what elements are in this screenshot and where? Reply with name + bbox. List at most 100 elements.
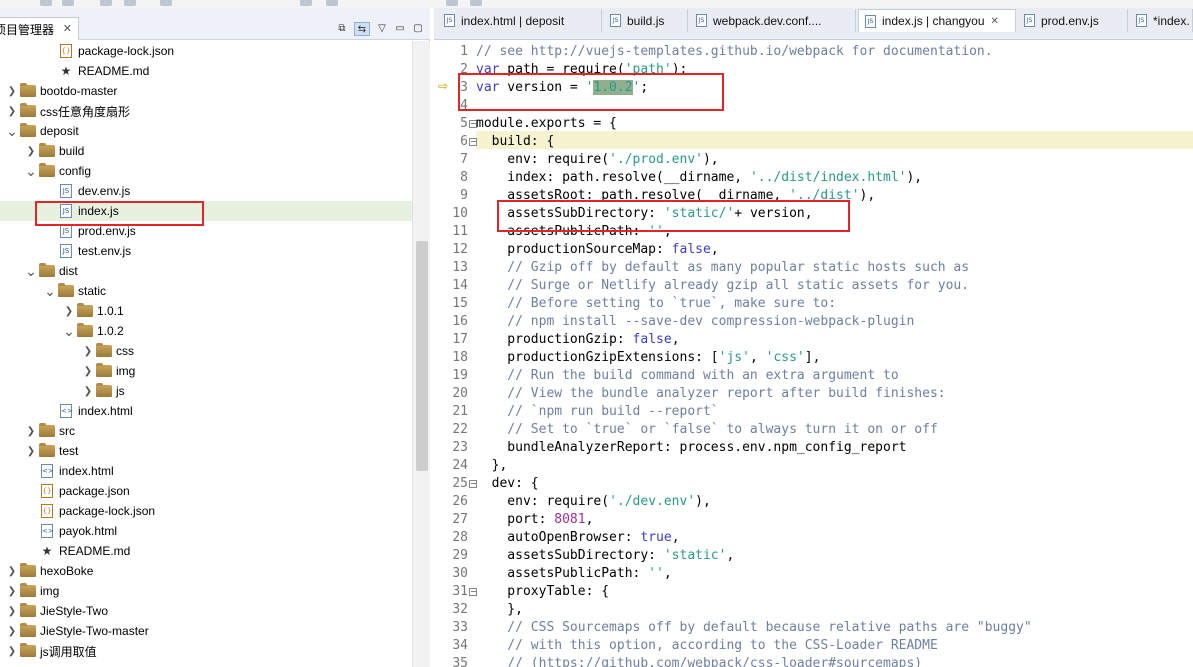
code-line[interactable]: bundleAnalyzerReport: process.env.npm_co… xyxy=(476,439,906,457)
code-line[interactable]: productionGzipExtensions: ['js', 'css'], xyxy=(476,349,820,367)
code-line[interactable]: // View the bundle analyzer report after… xyxy=(476,385,945,403)
maximize-icon[interactable]: ▢ xyxy=(410,22,426,36)
code-line[interactable]: assetsSubDirectory: 'static', xyxy=(476,547,734,565)
code-line[interactable]: // see http://vuejs-templates.github.io/… xyxy=(476,43,993,61)
code-line[interactable]: // with this option, according to the CS… xyxy=(476,637,937,655)
tree-item[interactable]: {} package-lock.json xyxy=(0,41,412,61)
code-line[interactable]: autoOpenBrowser: true, xyxy=(476,529,679,547)
tree-item[interactable]: ❯ src xyxy=(0,421,412,441)
editor-tab[interactable]: JS *index. xyxy=(1130,9,1193,32)
editor-tab[interactable]: JS index.html | deposit xyxy=(438,9,602,32)
tree-item[interactable]: ❯ css xyxy=(0,341,412,361)
chevron-down-icon[interactable]: ⌄ xyxy=(63,324,75,338)
chevron-right-icon[interactable]: ❯ xyxy=(6,646,18,657)
code-line[interactable]: // Surge or Netlify already gzip all sta… xyxy=(476,277,969,295)
editor-tab[interactable]: JS prod.env.js xyxy=(1018,9,1128,32)
tree-item[interactable]: ❯ 1.0.1 xyxy=(0,301,412,321)
code-line[interactable]: // CSS Sourcemaps off by default because… xyxy=(476,619,1031,637)
tree-item[interactable]: ⌄ dist xyxy=(0,261,412,281)
tree-item[interactable]: ❯ JieStyle-Two-master xyxy=(0,621,412,641)
chevron-right-icon[interactable]: ❯ xyxy=(6,566,18,577)
code-area[interactable]: // see http://vuejs-templates.github.io/… xyxy=(476,41,1193,667)
chevron-right-icon[interactable]: ❯ xyxy=(25,146,37,157)
code-line[interactable]: port: 8081, xyxy=(476,511,593,529)
tree-item[interactable]: ❯ js调用取值 xyxy=(0,641,412,661)
tree-item[interactable]: <> index.html xyxy=(0,401,412,421)
code-line[interactable]: assetsPublicPath: '', xyxy=(476,223,671,241)
tree-item[interactable]: JS test.env.js xyxy=(0,241,412,261)
toolbar-button-icon[interactable] xyxy=(300,0,312,6)
chevron-right-icon[interactable]: ❯ xyxy=(63,306,75,317)
chevron-down-icon[interactable]: ⌄ xyxy=(25,164,37,178)
code-line[interactable]: productionSourceMap: false, xyxy=(476,241,718,259)
tree-item[interactable]: JS dev.env.js xyxy=(0,181,412,201)
toolbar-button-icon[interactable] xyxy=(124,0,136,6)
tree-item[interactable]: ❯ css任意角度扇形 xyxy=(0,101,412,121)
tree-item[interactable]: {} package.json xyxy=(0,481,412,501)
code-line[interactable]: // (https://github.com/webpack/css-loade… xyxy=(476,655,922,667)
collapse-all-icon[interactable]: ⧉ xyxy=(334,22,350,36)
editor-tab[interactable]: JS build.js xyxy=(604,9,688,32)
tree-item[interactable]: ❯ js xyxy=(0,381,412,401)
tree-scrollbar-thumb[interactable] xyxy=(416,241,428,471)
toolbar-button-icon[interactable] xyxy=(446,0,458,6)
chevron-right-icon[interactable]: ❯ xyxy=(25,446,37,457)
code-line[interactable]: module.exports = { xyxy=(476,115,617,133)
tree-item[interactable]: ❯ test xyxy=(0,441,412,461)
project-explorer-tab[interactable]: 项目管理器 ✕ xyxy=(0,17,80,40)
code-line[interactable]: // Run the build command with an extra a… xyxy=(476,367,898,385)
toolbar-button-icon[interactable] xyxy=(470,0,482,6)
chevron-down-icon[interactable]: ⌄ xyxy=(6,124,18,138)
code-line[interactable]: build: { xyxy=(476,133,555,151)
chevron-right-icon[interactable]: ❯ xyxy=(82,346,94,357)
code-line[interactable]: var path = require('path'); xyxy=(476,61,687,79)
tree-item[interactable]: ❯ bootdo-master xyxy=(0,81,412,101)
chevron-right-icon[interactable]: ❯ xyxy=(25,426,37,437)
toolbar-button-icon[interactable] xyxy=(160,0,172,6)
tree-item[interactable]: <> index.html xyxy=(0,461,412,481)
code-line[interactable]: var version = '1.0.2'; xyxy=(476,79,648,97)
tree-item[interactable]: ❯ hexoBoke xyxy=(0,561,412,581)
code-line[interactable]: assetsPublicPath: '', xyxy=(476,565,671,583)
code-line[interactable]: dev: { xyxy=(476,475,539,493)
toolbar-button-icon[interactable] xyxy=(100,0,112,6)
code-line[interactable]: assetsSubDirectory: 'static/'+ version, xyxy=(476,205,812,223)
chevron-right-icon[interactable]: ❯ xyxy=(6,106,18,117)
tree-item[interactable]: ❯ JieStyle-Two xyxy=(0,601,412,621)
chevron-right-icon[interactable]: ❯ xyxy=(6,586,18,597)
tree-item[interactable]: ⌄ config xyxy=(0,161,412,181)
chevron-right-icon[interactable]: ❯ xyxy=(82,386,94,397)
chevron-right-icon[interactable]: ❯ xyxy=(6,626,18,637)
tree-item[interactable]: ❯ img xyxy=(0,361,412,381)
code-line[interactable]: // Before setting to `true`, make sure t… xyxy=(476,295,836,313)
tree-item[interactable]: JS prod.env.js xyxy=(0,221,412,241)
tree-item[interactable]: <> payok.html xyxy=(0,521,412,541)
code-line[interactable]: env: require('./prod.env'), xyxy=(476,151,718,169)
chevron-right-icon[interactable]: ❯ xyxy=(6,606,18,617)
tree-item[interactable]: ⌄ static xyxy=(0,281,412,301)
code-line[interactable]: index: path.resolve(__dirname, '../dist/… xyxy=(476,169,922,187)
minimize-icon[interactable]: ▭ xyxy=(392,22,408,36)
editor-tab[interactable]: JS index.js | changyou ✕ xyxy=(858,9,1016,32)
code-line[interactable]: // npm install --save-dev compression-we… xyxy=(476,313,914,331)
tree-item[interactable]: {} package-lock.json xyxy=(0,501,412,521)
chevron-right-icon[interactable]: ❯ xyxy=(82,366,94,377)
close-icon[interactable]: ✕ xyxy=(63,22,72,35)
chevron-down-icon[interactable]: ⌄ xyxy=(44,284,56,298)
code-line[interactable]: // Gzip off by default as many popular s… xyxy=(476,259,969,277)
close-icon[interactable]: ✕ xyxy=(991,16,999,27)
view-menu-icon[interactable]: ▽ xyxy=(374,22,390,36)
toolbar-button-icon[interactable] xyxy=(62,0,74,6)
toolbar-button-icon[interactable] xyxy=(326,0,338,6)
tree-item[interactable]: ★ README.md xyxy=(0,61,412,81)
tree-item[interactable]: ⌄ 1.0.2 xyxy=(0,321,412,341)
code-line[interactable]: }, xyxy=(476,457,508,475)
code-line[interactable]: }, xyxy=(476,601,523,619)
tree-item[interactable]: ★ README.md xyxy=(0,541,412,561)
code-line[interactable]: productionGzip: false, xyxy=(476,331,679,349)
editor-tab[interactable]: JS webpack.dev.conf.... xyxy=(690,9,856,32)
code-line[interactable]: // `npm run build --report` xyxy=(476,403,718,421)
code-line[interactable]: assetsRoot: path.resolve(__dirname, '../… xyxy=(476,187,875,205)
chevron-right-icon[interactable]: ❯ xyxy=(6,86,18,97)
tree-scrollbar[interactable] xyxy=(412,41,430,667)
